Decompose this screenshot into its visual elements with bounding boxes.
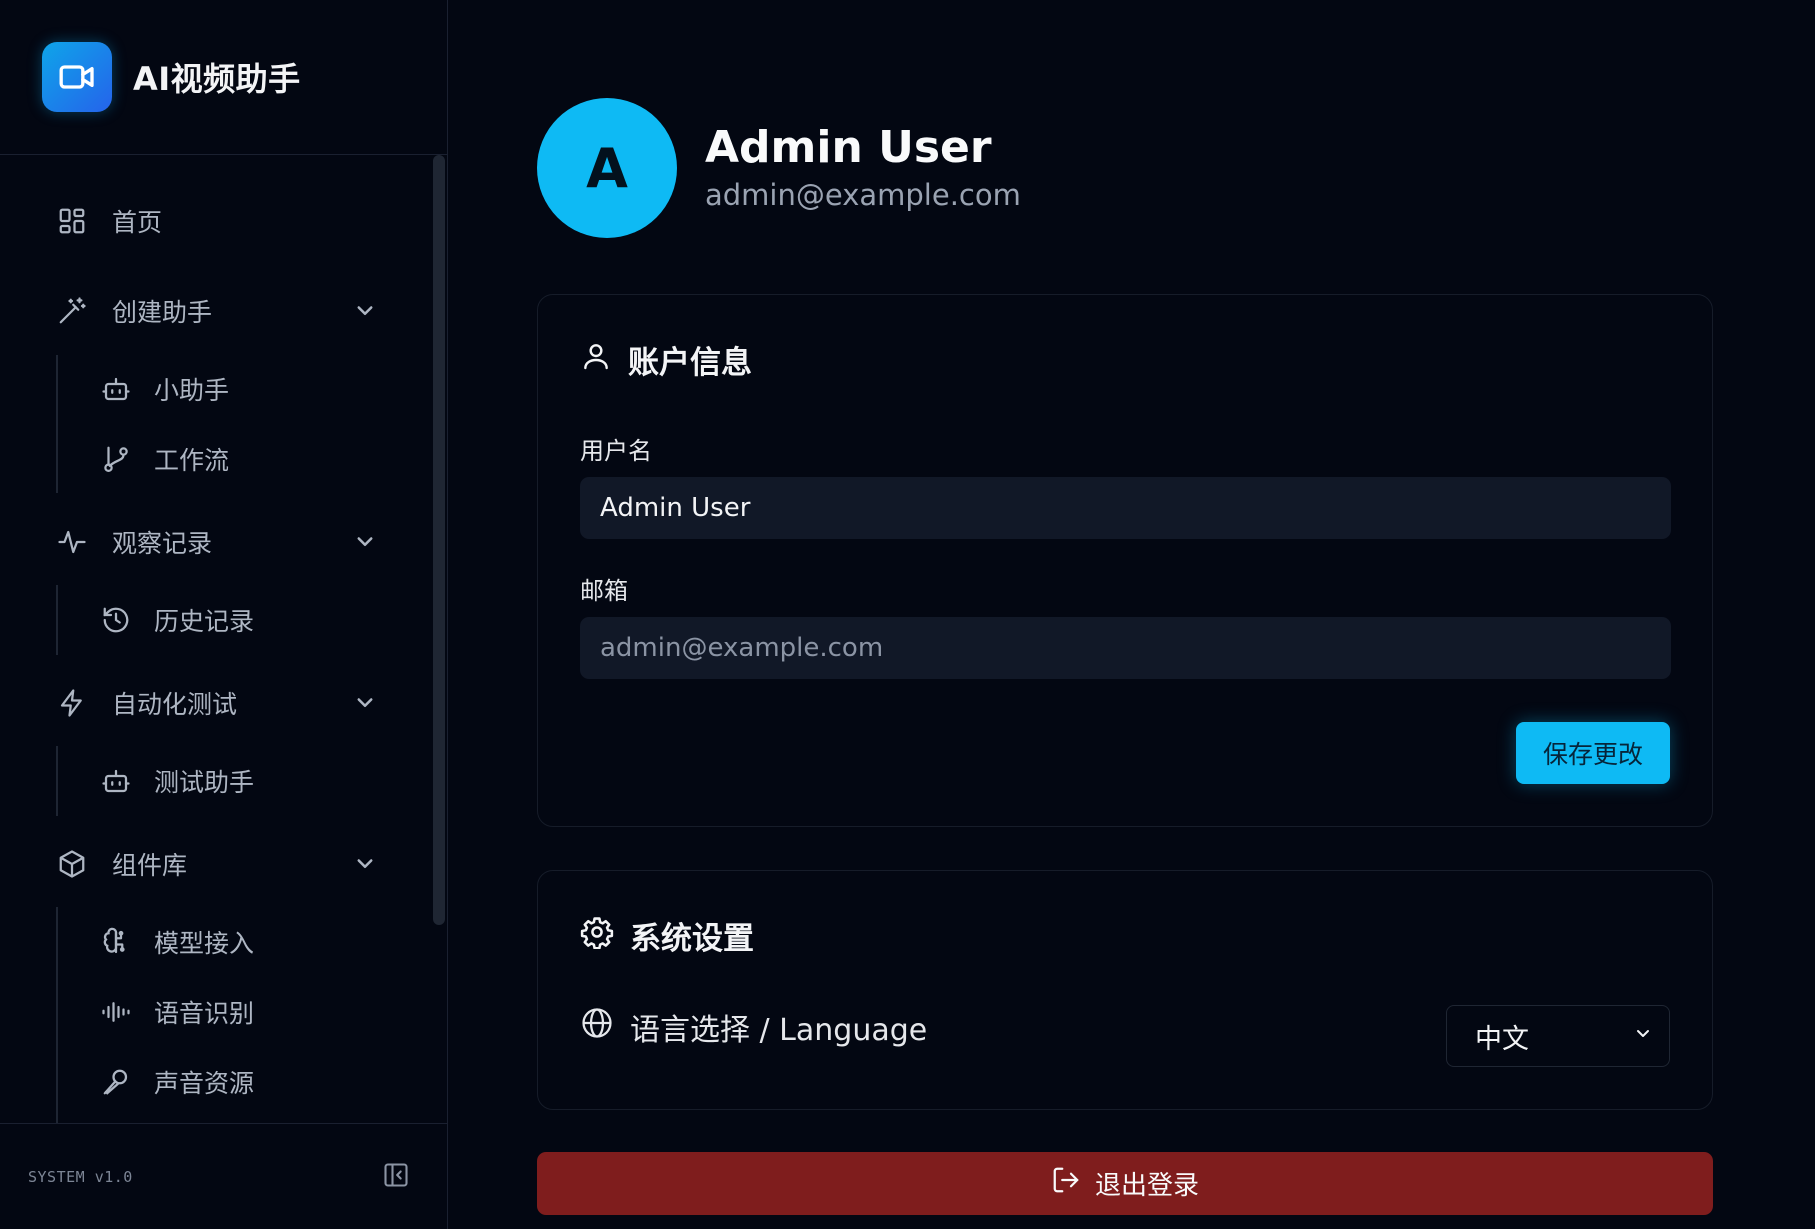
git-branch-icon bbox=[100, 443, 132, 475]
sidebar-item-model-access[interactable]: 模型接入 bbox=[100, 922, 448, 962]
sidebar-item-history[interactable]: 历史记录 bbox=[100, 600, 448, 640]
profile-name: Admin User bbox=[705, 121, 992, 173]
sidebar-item-label: 小助手 bbox=[154, 376, 230, 405]
language-select[interactable]: 中文 bbox=[1446, 1005, 1670, 1067]
sidebar-item-sound-resources[interactable]: 声音资源 bbox=[100, 1062, 448, 1102]
sidebar-item-label: 观察记录 bbox=[112, 529, 213, 558]
system-settings-title: 系统设置 bbox=[580, 913, 754, 958]
save-button[interactable]: 保存更改 bbox=[1516, 722, 1670, 784]
avatar: A bbox=[537, 98, 677, 238]
sidebar-item-create-assistant[interactable]: 创建助手 bbox=[56, 291, 448, 331]
version-label: SYSTEM v1.0 bbox=[28, 1167, 133, 1186]
magic-wand-icon bbox=[56, 295, 88, 327]
video-camera-icon bbox=[42, 42, 112, 112]
sidebar-item-workflow[interactable]: 工作流 bbox=[100, 439, 448, 479]
logout-label: 退出登录 bbox=[1094, 1171, 1199, 1201]
sidebar-item-label: 工作流 bbox=[154, 446, 230, 475]
sidebar-item-home[interactable]: 首页 bbox=[56, 201, 448, 241]
chevron-down-icon[interactable] bbox=[350, 295, 380, 331]
sidebar-item-label: 历史记录 bbox=[154, 607, 255, 636]
bot-icon bbox=[100, 373, 132, 405]
logout-icon bbox=[1051, 1165, 1081, 1202]
sidebar-item-label: 测试助手 bbox=[154, 768, 255, 797]
account-info-card: 账户信息 用户名 邮箱 保存更改 bbox=[537, 294, 1713, 827]
sidebar-item-speech-recognition[interactable]: 语音识别 bbox=[100, 992, 448, 1032]
lightning-icon bbox=[56, 687, 88, 719]
sidebar-footer: SYSTEM v1.0 bbox=[0, 1123, 448, 1229]
sidebar-item-label: 自动化测试 bbox=[112, 690, 238, 719]
user-icon bbox=[580, 340, 612, 380]
username-label: 用户名 bbox=[580, 437, 652, 465]
sidebar-item-mini-assistant[interactable]: 小助手 bbox=[100, 369, 448, 409]
history-icon bbox=[100, 604, 132, 636]
chevron-down-icon[interactable] bbox=[350, 848, 380, 884]
sidebar-item-label: 组件库 bbox=[112, 851, 188, 880]
activity-pulse-icon bbox=[56, 526, 88, 558]
app-title: AI视频助手 bbox=[133, 60, 301, 98]
submenu-line bbox=[56, 585, 58, 655]
bot-icon bbox=[100, 765, 132, 797]
submenu-line bbox=[56, 907, 58, 1123]
main-content: A Admin User admin@example.com 账户信息 用户名 … bbox=[449, 0, 1815, 1229]
language-label: 语言选择 / Language bbox=[630, 1013, 928, 1048]
email-field[interactable] bbox=[580, 617, 1671, 679]
sidebar-item-automation-test[interactable]: 自动化测试 bbox=[56, 683, 448, 723]
submenu-line bbox=[56, 355, 58, 493]
profile-header: A Admin User admin@example.com bbox=[537, 98, 1021, 238]
sidebar-item-label: 首页 bbox=[112, 208, 163, 237]
email-label: 邮箱 bbox=[580, 577, 628, 605]
sidebar-item-label: 语音识别 bbox=[154, 999, 255, 1028]
sidebar-item-label: 创建助手 bbox=[112, 298, 213, 327]
account-info-title: 账户信息 bbox=[580, 337, 752, 382]
submenu-line bbox=[56, 746, 58, 816]
sidebar: AI视频助手 首页 创建助手 小助手 工作流 观察记录 历史记录 自动化测试 测… bbox=[0, 0, 448, 1229]
sidebar-scrollbar[interactable] bbox=[433, 155, 445, 925]
sidebar-item-component-library[interactable]: 组件库 bbox=[56, 844, 448, 884]
language-selected-value: 中文 bbox=[1475, 1023, 1529, 1055]
sidebar-item-observation[interactable]: 观察记录 bbox=[56, 522, 448, 562]
dashboard-grid-icon bbox=[56, 205, 88, 237]
gear-icon bbox=[580, 915, 614, 957]
app-root: AI视频助手 首页 创建助手 小助手 工作流 观察记录 历史记录 自动化测试 测… bbox=[0, 0, 1815, 1229]
sidebar-nav: 首页 创建助手 小助手 工作流 观察记录 历史记录 自动化测试 测试助手 组件库… bbox=[0, 155, 448, 1123]
sidebar-item-test-assistant[interactable]: 测试助手 bbox=[100, 761, 448, 801]
chevron-down-icon[interactable] bbox=[350, 687, 380, 723]
collapse-sidebar-icon[interactable] bbox=[382, 1161, 410, 1193]
sidebar-item-label: 声音资源 bbox=[154, 1069, 255, 1098]
microphone-icon bbox=[100, 1066, 132, 1098]
brand: AI视频助手 bbox=[0, 0, 447, 155]
username-input[interactable] bbox=[580, 477, 1671, 539]
sidebar-item-label: 模型接入 bbox=[154, 929, 255, 958]
globe-icon bbox=[580, 1006, 614, 1048]
chevron-down-icon[interactable] bbox=[350, 526, 380, 562]
system-settings-card: 系统设置 语言选择 / Language 中文 bbox=[537, 870, 1713, 1110]
logout-button[interactable]: 退出登录 bbox=[537, 1152, 1713, 1215]
audio-waveform-icon bbox=[100, 996, 132, 1028]
brain-icon bbox=[100, 926, 132, 958]
package-cube-icon bbox=[56, 848, 88, 880]
profile-email: admin@example.com bbox=[705, 178, 1021, 213]
chevron-down-icon bbox=[1631, 1021, 1655, 1052]
